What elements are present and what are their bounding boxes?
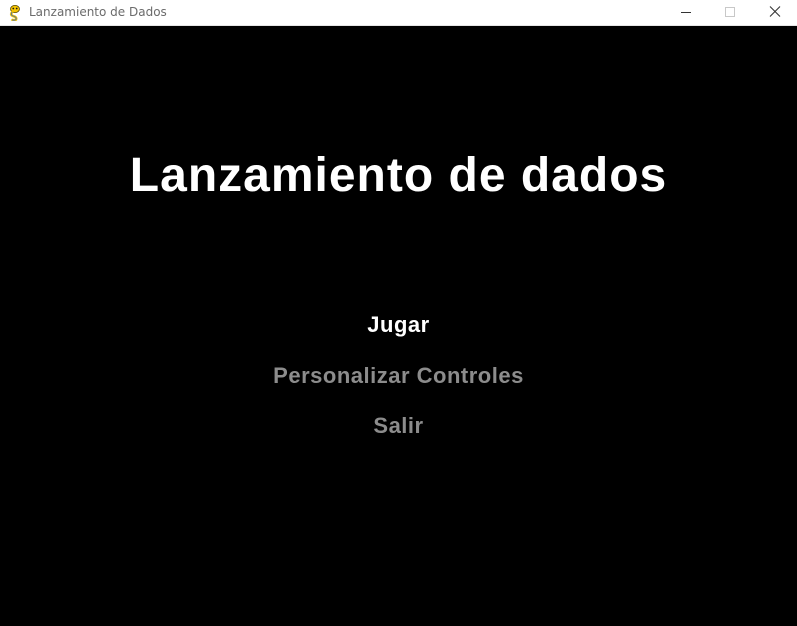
close-button[interactable] xyxy=(753,0,797,25)
menu-item-jugar[interactable]: Jugar xyxy=(0,310,797,340)
minimize-button[interactable] xyxy=(664,0,708,25)
menu-item-salir[interactable]: Salir xyxy=(0,411,797,441)
app-window: Lanzamiento de Dados Lanzamiento de dado… xyxy=(0,0,797,626)
window-titlebar[interactable]: Lanzamiento de Dados xyxy=(0,0,797,26)
game-title: Lanzamiento de dados xyxy=(129,149,668,202)
maximize-icon xyxy=(725,7,735,17)
close-icon xyxy=(769,6,781,17)
game-canvas: Lanzamiento de dados Jugar Personalizar … xyxy=(0,26,797,626)
maximize-button[interactable] xyxy=(708,0,752,25)
pygame-snake-icon xyxy=(8,5,22,22)
menu-item-personalizar-controles[interactable]: Personalizar Controles xyxy=(0,361,797,391)
window-title: Lanzamiento de Dados xyxy=(29,5,167,19)
